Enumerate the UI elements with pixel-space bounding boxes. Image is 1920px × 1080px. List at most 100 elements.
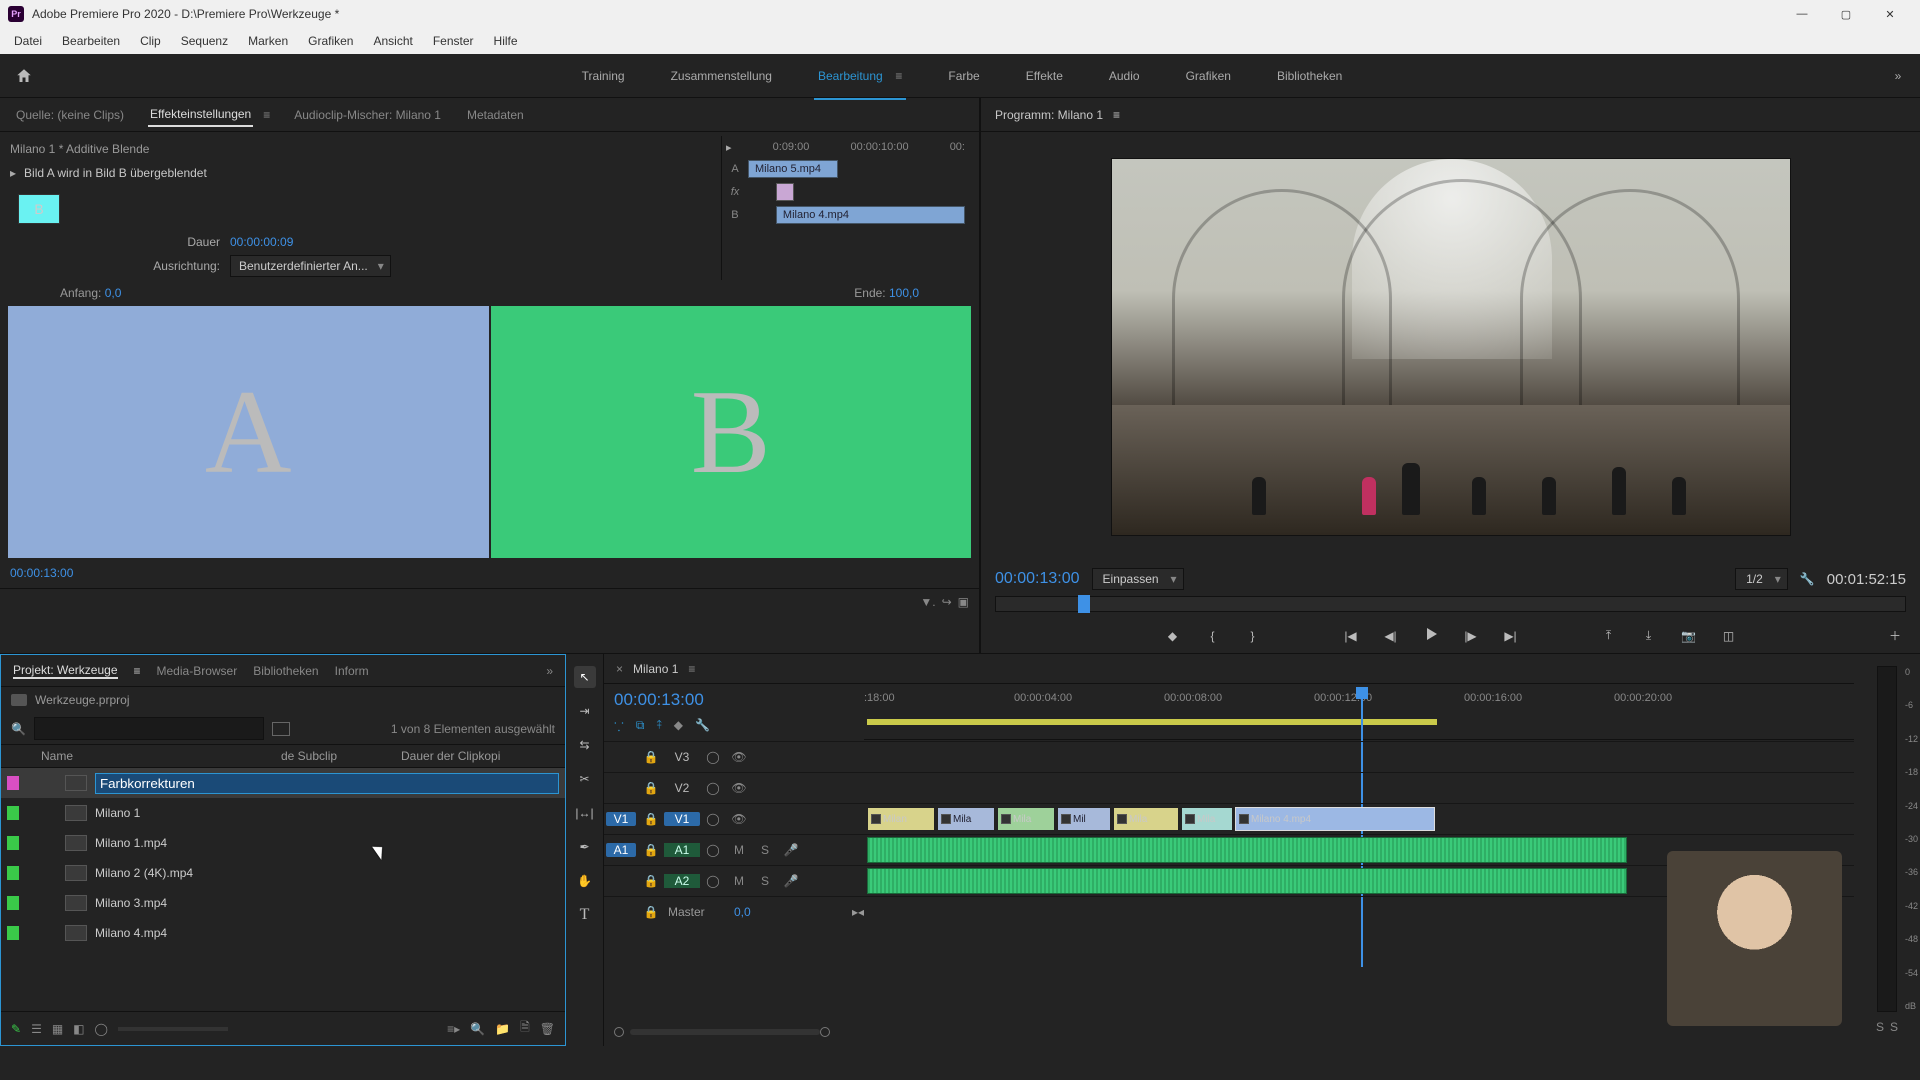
video-clip[interactable]: Mila [937, 807, 995, 831]
track-v3-header[interactable]: 🔒V3◯👁 [604, 741, 864, 772]
wrench-icon[interactable]: 🔧 [1800, 572, 1815, 586]
disclosure-icon[interactable]: ▸ [10, 166, 16, 180]
marker-icon[interactable]: ◆ [674, 718, 683, 735]
lift-icon[interactable]: ⤒ [1598, 628, 1620, 643]
mark-in-icon[interactable]: ◆ [1162, 629, 1184, 643]
lock-icon[interactable]: 🔒 [638, 750, 664, 764]
menu-marken[interactable]: Marken [238, 30, 298, 52]
ws-menu-icon[interactable]: ≡ [889, 69, 903, 83]
track-master-header[interactable]: 🔒Master0,0▸◂ [604, 896, 864, 927]
col-duration[interactable]: Dauer der Clipkopi [401, 749, 565, 763]
track-a2-header[interactable]: 🔒A2◯MS🎤 [604, 865, 864, 896]
project-item[interactable]: Milano 1.mp4 [1, 828, 565, 858]
video-clip[interactable]: Milan [867, 807, 935, 831]
insert-icon[interactable]: ↪ [942, 595, 952, 609]
automate-icon[interactable]: ≡▸ [447, 1022, 460, 1036]
tab-effekteinstellungen[interactable]: Effekteinstellungen [148, 103, 253, 127]
project-search-input[interactable] [34, 717, 264, 740]
goto-in-icon[interactable]: |◀ [1340, 629, 1362, 643]
step-back-icon[interactable]: ◀| [1380, 629, 1402, 643]
tab-projekt[interactable]: Projekt: Werkzeuge [13, 663, 118, 679]
mic-icon[interactable]: 🎤 [778, 843, 804, 857]
tab-bibliotheken[interactable]: Bibliotheken [253, 664, 318, 678]
razor-tool-icon[interactable]: ✂ [574, 768, 596, 790]
ws-overflow-button[interactable]: » [1876, 69, 1920, 83]
ws-bearbeitung[interactable]: Bearbeitung ≡ [814, 63, 906, 89]
color-label[interactable] [7, 926, 19, 940]
search-icon[interactable]: 🔍 [11, 722, 26, 736]
close-button[interactable]: ✕ [1868, 0, 1912, 28]
freeform-view-icon[interactable]: ◧ [73, 1022, 84, 1036]
mark-inpoint-icon[interactable]: { [1202, 629, 1224, 643]
menu-grafiken[interactable]: Grafiken [298, 30, 363, 52]
fx-badge-icon[interactable] [1117, 814, 1127, 824]
work-area[interactable] [867, 719, 1437, 725]
transition-box[interactable] [776, 183, 794, 201]
type-tool-icon[interactable]: T [574, 904, 596, 926]
overwrite-icon[interactable]: ▣ [958, 595, 969, 609]
menu-hilfe[interactable]: Hilfe [484, 30, 528, 52]
fx-badge-icon[interactable] [1239, 814, 1249, 824]
timeline-ruler[interactable]: :18:0000:00:04:0000:00:08:0000:00:12:000… [864, 684, 1854, 740]
ws-audio[interactable]: Audio [1105, 63, 1144, 89]
v3-lane[interactable] [864, 741, 1854, 772]
menu-bearbeiten[interactable]: Bearbeiten [52, 30, 130, 52]
find-icon[interactable]: 🔍 [470, 1022, 485, 1036]
timeline-menu-icon[interactable]: ≡ [688, 662, 695, 676]
menu-fenster[interactable]: Fenster [423, 30, 484, 52]
program-playhead[interactable] [1078, 595, 1090, 613]
mark-outpoint-icon[interactable]: } [1242, 629, 1264, 643]
list-view-icon[interactable]: ☰ [31, 1022, 42, 1036]
menu-ansicht[interactable]: Ansicht [363, 30, 422, 52]
ausrichtung-dropdown[interactable]: Benutzerdefinierter An... [230, 255, 391, 277]
program-monitor[interactable] [1111, 158, 1791, 536]
project-item[interactable]: Milano 1 [1, 798, 565, 828]
menu-datei[interactable]: Datei [4, 30, 52, 52]
tab-quelle[interactable]: Quelle: (keine Clips) [14, 104, 126, 126]
eye-icon[interactable]: 👁 [726, 750, 752, 764]
col-subclip[interactable]: de Subclip [281, 749, 401, 763]
mini-clip-b[interactable]: Milano 4.mp4 [776, 206, 965, 224]
audio-meter[interactable]: 0-6-12-18-24-30-36-42-48-54dB [1877, 666, 1897, 1012]
step-fwd-icon[interactable]: |▶ [1460, 629, 1482, 643]
hand-tool-icon[interactable]: ✋ [574, 870, 596, 892]
track-v1-header[interactable]: V1🔒V1◯👁 [604, 803, 864, 834]
video-clip[interactable]: Mila [1113, 807, 1179, 831]
program-menu-icon[interactable]: ≡ [1113, 108, 1120, 122]
filter-icon[interactable]: ▼. [920, 595, 935, 609]
color-label[interactable] [7, 836, 19, 850]
zoom-slider[interactable] [118, 1027, 228, 1031]
fx-badge-icon[interactable] [1185, 814, 1195, 824]
color-label[interactable] [7, 806, 19, 820]
clapper-icon[interactable] [272, 722, 290, 736]
zoom-dropdown[interactable]: 1/2 [1735, 568, 1788, 590]
fx-badge-icon[interactable] [1061, 814, 1071, 824]
zoom-slider-dot[interactable]: ◯ [95, 1022, 108, 1036]
delete-icon[interactable]: 🗑 [540, 1022, 555, 1036]
zoom-in-handle[interactable] [820, 1027, 830, 1037]
program-ruler[interactable] [995, 596, 1906, 612]
goto-out-icon[interactable]: ▶| [1500, 629, 1522, 643]
sync-lock-icon[interactable]: ◯ [700, 750, 726, 764]
icon-view-icon[interactable]: ▦ [52, 1022, 63, 1036]
write-icon[interactable]: ✎ [11, 1022, 21, 1036]
maximize-button[interactable]: ▢ [1824, 0, 1868, 28]
new-item-icon[interactable]: 🗎 [520, 1018, 530, 1039]
program-timecode[interactable]: 00:00:13:00 [995, 570, 1080, 588]
fx-badge-icon[interactable] [941, 814, 951, 824]
project-overflow-icon[interactable]: » [546, 664, 553, 678]
ws-zusammenstellung[interactable]: Zusammenstellung [667, 63, 776, 89]
expand-icon[interactable]: ▸◂ [852, 905, 864, 919]
v1-lane[interactable]: MilanMilaMilaMilMilaMilaMilano 4.mp4 [864, 803, 1854, 834]
minimize-button[interactable]: — [1780, 0, 1824, 28]
tab-inform[interactable]: Inform [335, 664, 369, 678]
color-label[interactable] [7, 896, 19, 910]
ws-farbe[interactable]: Farbe [944, 63, 983, 89]
tab-metadaten[interactable]: Metadaten [465, 104, 526, 126]
video-clip[interactable]: Mil [1057, 807, 1111, 831]
zoom-out-handle[interactable] [614, 1027, 624, 1037]
fit-dropdown[interactable]: Einpassen [1092, 568, 1184, 590]
link-icon[interactable]: ⧉ [636, 718, 645, 735]
menu-clip[interactable]: Clip [130, 30, 171, 52]
project-menu-icon[interactable]: ≡ [134, 664, 141, 678]
